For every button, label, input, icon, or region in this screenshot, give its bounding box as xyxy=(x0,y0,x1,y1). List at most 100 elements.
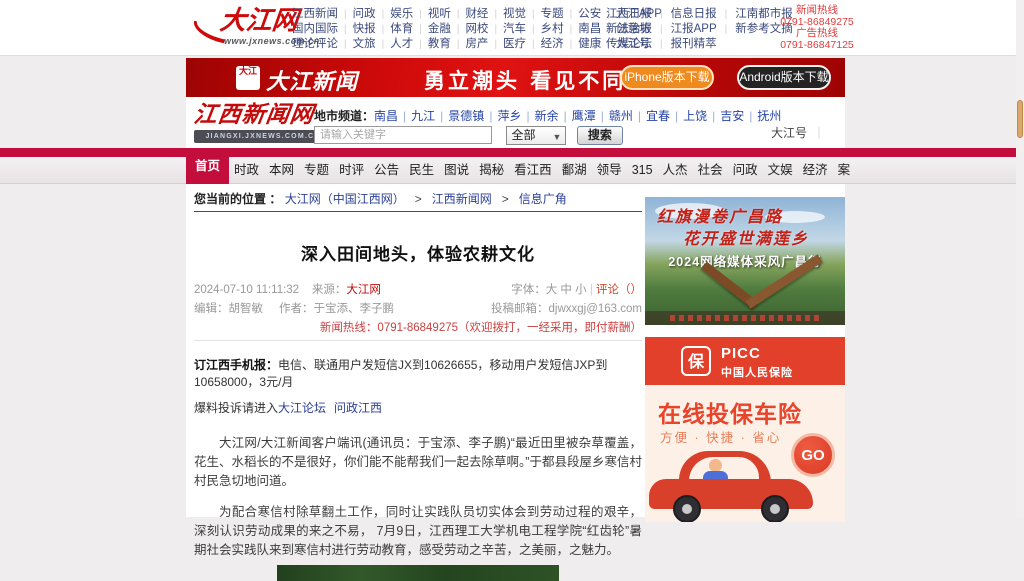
comment-link[interactable]: 评论（） xyxy=(590,284,642,296)
breadcrumb-link[interactable]: 信息广角 xyxy=(492,192,567,206)
tip-prefix: 爆料投诉请进入 xyxy=(194,401,278,415)
wenzheng-link[interactable]: 问政江西 xyxy=(334,401,382,415)
author: 作者：于宝添、李子鹏 xyxy=(279,303,394,315)
nav-item[interactable]: 时评 xyxy=(334,157,369,184)
picc-brand-cn: 中国人民保险 xyxy=(721,364,793,380)
city-link[interactable]: 宜春 xyxy=(633,109,670,123)
top-nav-link[interactable]: 娱乐 xyxy=(376,8,414,20)
top-nav-link[interactable]: 视听 xyxy=(413,8,451,20)
top-nav-link[interactable]: 江西新闻 xyxy=(292,8,338,20)
media-link[interactable]: 新法治报 xyxy=(606,23,652,35)
nav-item[interactable]: 公告 xyxy=(369,157,404,184)
nav-item[interactable]: 社会 xyxy=(693,157,728,184)
top-nav-link[interactable]: 人才 xyxy=(376,38,414,50)
source-link[interactable]: 大江网 xyxy=(346,284,381,296)
top-nav-link[interactable]: 理论评论 xyxy=(292,38,338,50)
article-meta-row1: 2024-07-10 11:11:32 来源：大江网 字体：大 中 小 评论（） xyxy=(194,281,642,297)
top-nav-link[interactable]: 文旅 xyxy=(338,38,376,50)
top-nav-link[interactable]: 医疗 xyxy=(488,38,526,50)
top-nav-link[interactable]: 视觉 xyxy=(488,8,526,20)
ad-hotline-label: 广告热线 xyxy=(762,28,872,40)
search-input[interactable] xyxy=(314,126,492,144)
nav-item[interactable]: 揭秘 xyxy=(474,157,509,184)
nav-item[interactable]: 文娱 xyxy=(763,157,798,184)
nav-item[interactable]: 人杰 xyxy=(658,157,693,184)
city-link[interactable]: 九江 xyxy=(398,109,435,123)
top-nav-link[interactable]: 快报 xyxy=(338,23,376,35)
scrollbar-thumb[interactable] xyxy=(1017,100,1023,138)
article: 深入田间地头，体验农耕文化 2024-07-10 11:11:32 来源：大江网… xyxy=(194,218,642,581)
picc-insurance-ad[interactable]: 保 PICC 中国人民保险 在线投保车险 方便 · 快捷 · 省心 GO xyxy=(645,337,845,522)
submit-email: 投稿邮箱：djwxxgj@163.com xyxy=(491,300,642,316)
media-link[interactable]: 信息日报 xyxy=(652,8,717,20)
nav-item[interactable]: 首页 xyxy=(186,148,229,184)
article-title: 深入田间地头，体验农耕文化 xyxy=(194,240,642,265)
channels-label: 地市频道： xyxy=(314,109,374,123)
picc-brand-en: PICC xyxy=(721,345,793,362)
top-nav-link[interactable]: 网校 xyxy=(451,23,489,35)
ad1-calligraphy-line2: 花开盛世满莲乡 xyxy=(683,225,809,249)
article-meta-row3: 新闻热线：0791-86849275（欢迎拨打，一经采用，即付薪酬） xyxy=(194,319,642,335)
top-nav-link[interactable]: 专题 xyxy=(526,8,564,20)
top-nav-link[interactable]: 国内国际 xyxy=(292,23,338,35)
search-bar: 全部▼ 搜索 xyxy=(314,126,623,146)
nav-item[interactable]: 本网 xyxy=(264,157,299,184)
guangchang-ad-banner[interactable]: 红旗漫卷广昌路 花开盛世满莲乡 2024网络媒体采风广昌行 xyxy=(645,197,845,325)
nav-item[interactable]: 看江西 xyxy=(509,157,557,184)
top-nav-link[interactable]: 经济 xyxy=(526,38,564,50)
car-illustration xyxy=(649,449,817,519)
nav-item[interactable]: 鄱湖 xyxy=(557,157,592,184)
media-link[interactable]: 报刊精萃 xyxy=(652,38,717,50)
iphone-download-button[interactable]: iPhone版本下载 xyxy=(620,65,714,90)
top-nav-link[interactable]: 房产 xyxy=(451,38,489,50)
nav-item[interactable]: 时政 xyxy=(229,157,264,184)
top-nav-link[interactable]: 金融 xyxy=(413,23,451,35)
city-link[interactable]: 抚州 xyxy=(744,109,781,123)
city-link[interactable]: 南昌 xyxy=(374,109,398,123)
font-size-controls[interactable]: 字体：大 中 小 xyxy=(511,284,586,296)
top-nav-link[interactable]: 教育 xyxy=(413,38,451,50)
nav-item[interactable]: 图说 xyxy=(439,157,474,184)
breadcrumb-link[interactable]: 大江网（中国江西网） xyxy=(285,192,405,206)
city-link[interactable]: 赣州 xyxy=(596,109,633,123)
app-banner[interactable]: 大江 大江新闻 勇立潮头 看见不同 iPhone版本下载 Android版本下载 xyxy=(186,58,845,97)
nav-item[interactable]: 315 xyxy=(627,157,658,184)
nav-item[interactable]: 问政 xyxy=(728,157,763,184)
city-link[interactable]: 新余 xyxy=(521,109,558,123)
media-link[interactable]: 传媒论坛 xyxy=(606,38,652,50)
city-link[interactable]: 上饶 xyxy=(670,109,707,123)
media-link[interactable]: 江报APP xyxy=(652,23,717,35)
city-link[interactable]: 吉安 xyxy=(707,109,744,123)
category-select[interactable]: 全部▼ xyxy=(506,126,566,145)
meta-left: 2024-07-10 11:11:32 来源：大江网 xyxy=(194,281,381,297)
nav-item[interactable]: 民生 xyxy=(404,157,439,184)
city-link[interactable]: 景德镇 xyxy=(435,109,484,123)
scrollbar-track[interactable] xyxy=(1016,0,1024,517)
picc-brand: PICC 中国人民保险 xyxy=(721,345,793,380)
top-nav-link[interactable]: 汽车 xyxy=(488,23,526,35)
dajiang-badge-icon: 大江 xyxy=(236,66,260,90)
article-meta-row2: 编辑：胡智敏 作者：于宝添、李子鹏 投稿邮箱：djwxxgj@163.com xyxy=(194,300,642,316)
top-nav-link[interactable]: 公安 xyxy=(564,8,602,20)
top-nav-link[interactable]: 健康 xyxy=(564,38,602,50)
nav-item[interactable]: 案 xyxy=(833,157,856,184)
top-nav-link[interactable]: 问政 xyxy=(338,8,376,20)
nav-item[interactable]: 专题 xyxy=(299,157,334,184)
top-nav-link[interactable]: 南昌 xyxy=(564,23,602,35)
meta-right: 字体：大 中 小 评论（） xyxy=(511,281,642,297)
city-link[interactable]: 鹰潭 xyxy=(559,109,596,123)
dajianghao-link[interactable]: 大江号 xyxy=(771,124,825,141)
top-nav-link[interactable]: 体育 xyxy=(376,23,414,35)
media-link[interactable]: 江西日报 xyxy=(606,8,652,20)
forum-link[interactable]: 大江论坛 xyxy=(278,401,326,415)
android-download-button[interactable]: Android版本下载 xyxy=(737,65,831,90)
nav-item[interactable]: 经济 xyxy=(798,157,833,184)
top-nav-link[interactable]: 财经 xyxy=(451,8,489,20)
breadcrumb-link[interactable]: 江西新闻网 xyxy=(405,192,492,206)
city-link[interactable]: 萍乡 xyxy=(484,109,521,123)
nav-item[interactable]: 领导 xyxy=(592,157,627,184)
top-nav-link[interactable]: 乡村 xyxy=(526,23,564,35)
search-button[interactable]: 搜索 xyxy=(577,126,623,145)
category-value: 全部 xyxy=(511,128,535,142)
banner-slogan: 勇立潮头 看见不同 xyxy=(424,65,626,95)
